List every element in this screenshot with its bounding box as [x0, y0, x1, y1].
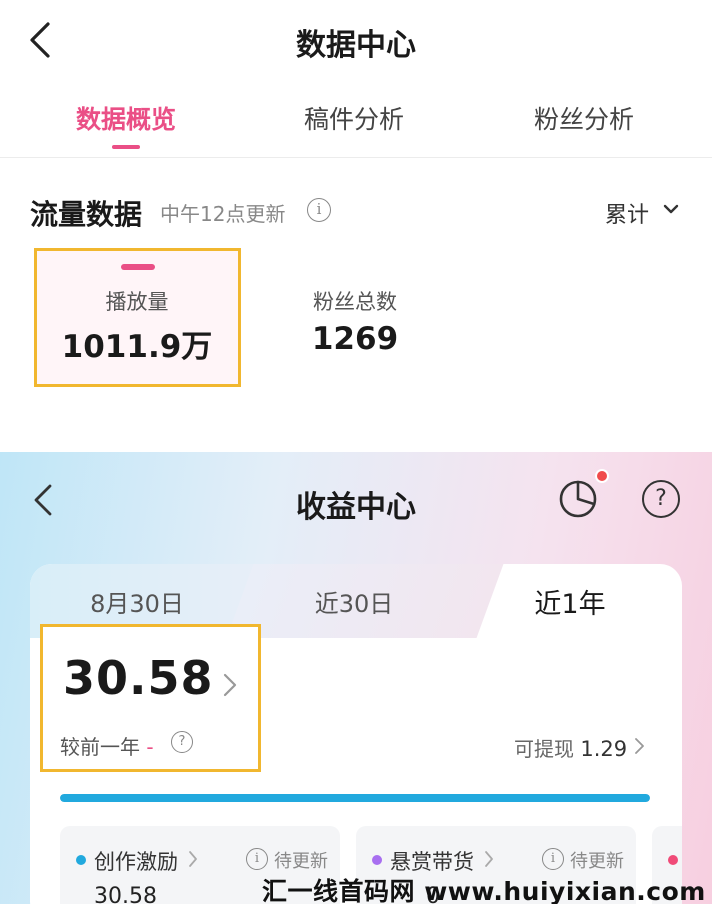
info-icon[interactable]: i — [307, 198, 331, 222]
chevron-right-icon[interactable] — [188, 850, 198, 868]
withdrawable[interactable]: 可提现 1.29 — [514, 733, 627, 762]
tab-1-year[interactable]: 近1年 — [470, 582, 670, 621]
compare-value: - — [146, 735, 154, 759]
metric-label-fans[interactable]: 粉丝总数 — [255, 286, 455, 316]
income-total: 30.58 — [63, 651, 214, 705]
tab-content-analysis[interactable]: 稿件分析 — [259, 100, 449, 136]
income-center-page: 收益中心 ? 8月30日 近30日 近1年 30.58 较前一年 - ? 可提现… — [0, 452, 712, 904]
withdraw-label: 可提现 — [514, 737, 574, 761]
metric-card-plays[interactable] — [34, 248, 241, 387]
category-name: 创作激励 — [94, 850, 178, 874]
tab-bar: 数据概览 稿件分析 粉丝分析 — [0, 96, 712, 156]
metric-value-fans[interactable]: 1269 — [255, 321, 455, 357]
income-total-card[interactable]: 30.58 较前一年 - ? — [40, 624, 261, 772]
metric-label-plays: 播放量 — [105, 290, 169, 314]
withdraw-value: 1.29 — [580, 737, 628, 761]
chevron-right-icon[interactable] — [221, 671, 239, 699]
info-icon[interactable]: i — [246, 848, 268, 870]
compare-label: 较前一年 — [60, 735, 140, 759]
category-dot — [76, 855, 86, 865]
page-title: 数据中心 — [296, 28, 416, 63]
pie-chart-icon[interactable] — [557, 478, 599, 520]
active-tab-indicator — [112, 145, 140, 149]
period-select[interactable]: 累计 — [605, 197, 649, 229]
chevron-right-icon[interactable] — [634, 736, 646, 756]
notification-dot — [595, 469, 609, 483]
tab-overview[interactable]: 数据概览 — [31, 100, 221, 136]
page-title: 收益中心 — [296, 490, 416, 525]
income-progress-bar — [60, 794, 650, 802]
category-dot — [668, 855, 678, 865]
tab-fans-analysis[interactable]: 粉丝分析 — [489, 100, 679, 136]
chevron-down-icon[interactable] — [662, 200, 680, 218]
category-dot — [372, 855, 382, 865]
metric-value-plays: 1011.9万 — [61, 329, 213, 365]
help-icon[interactable]: ? — [642, 480, 680, 518]
compare-text: 较前一年 - — [60, 731, 154, 760]
income-card: 8月30日 近30日 近1年 30.58 较前一年 - ? 可提现 1.29 创… — [30, 564, 682, 904]
category-value: 30.58 — [94, 884, 157, 904]
watermark: 汇一线首码网 www.huiyixian.com — [262, 877, 706, 904]
progress-fill — [60, 794, 650, 802]
update-note: 中午12点更新 — [160, 202, 286, 226]
divider — [0, 157, 712, 158]
question-icon[interactable]: ? — [171, 731, 193, 753]
tab-day[interactable]: 8月30日 — [37, 584, 237, 619]
tab-30-days[interactable]: 近30日 — [254, 584, 454, 619]
selected-indicator — [121, 264, 155, 270]
info-icon[interactable]: i — [542, 848, 564, 870]
chevron-right-icon[interactable] — [484, 850, 494, 868]
section-title: 流量数据 — [30, 198, 143, 231]
data-center-page: 数据中心 数据概览 稿件分析 粉丝分析 流量数据 中午12点更新 i 累计 播放… — [0, 0, 712, 452]
category-status: 待更新 — [570, 851, 624, 872]
category-status: 待更新 — [274, 851, 328, 872]
